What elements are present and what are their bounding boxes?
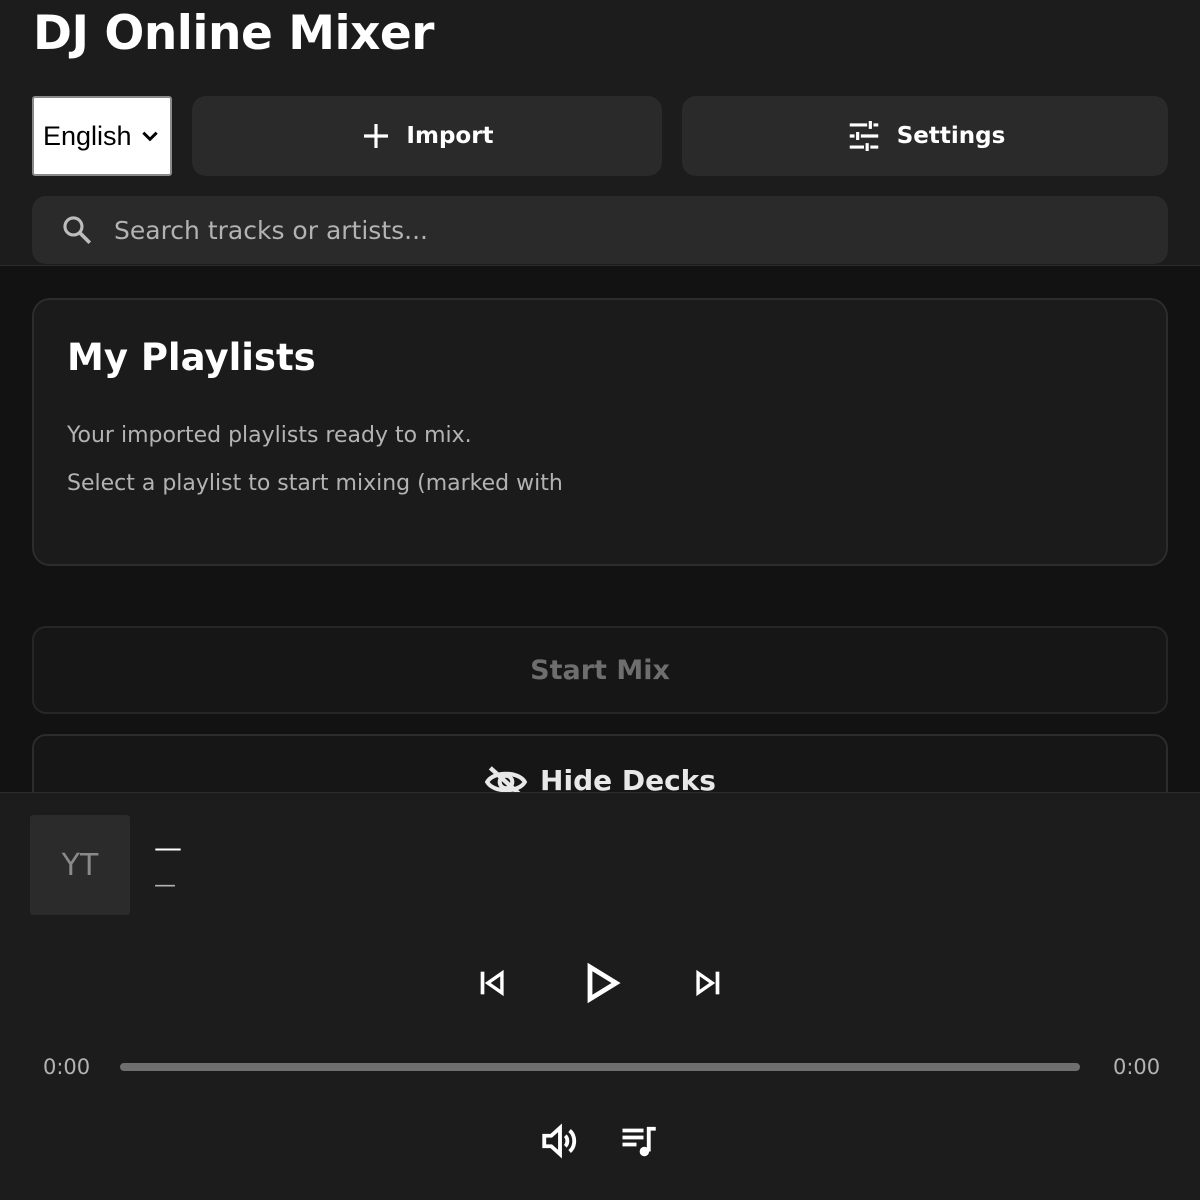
playlists-title: My Playlists: [67, 336, 316, 379]
volume-button[interactable]: [536, 1119, 584, 1163]
play-button[interactable]: [574, 953, 630, 1013]
play-icon: [587, 962, 621, 1004]
playlists-hint: Select a playlist to start mixing (marke…: [67, 471, 563, 496]
previous-button[interactable]: [470, 961, 514, 1005]
playlists-card: My Playlists Your imported playlists rea…: [32, 298, 1168, 566]
start-mix-button[interactable]: Start Mix: [32, 626, 1168, 714]
track-title: —: [154, 831, 182, 864]
queue-button[interactable]: [616, 1119, 664, 1163]
start-mix-label: Start Mix: [530, 654, 670, 686]
sliders-icon: [849, 120, 878, 152]
time-total: 0:00: [1113, 1055, 1161, 1079]
progress-bar[interactable]: [120, 1063, 1080, 1071]
settings-button-label: Settings: [896, 123, 1006, 149]
search-input[interactable]: [114, 196, 1154, 264]
queue-music-icon: [622, 1126, 656, 1157]
chevron-down-icon: [142, 131, 158, 142]
player-bar: YT — — 0:00 0:00: [0, 792, 1200, 1200]
next-button[interactable]: [686, 961, 730, 1005]
import-button-label: Import: [406, 123, 494, 149]
plus-icon: [364, 124, 389, 148]
track-thumbnail: YT: [30, 815, 130, 915]
time-elapsed: 0:00: [43, 1055, 91, 1079]
search-icon: [63, 216, 92, 245]
language-select-value: English: [43, 120, 132, 151]
language-select[interactable]: English: [32, 96, 172, 176]
import-button[interactable]: Import: [192, 96, 662, 176]
app-title: DJ Online Mixer: [33, 6, 434, 61]
skip-previous-icon: [480, 969, 504, 997]
skip-next-icon: [696, 969, 720, 997]
playlists-description: Your imported playlists ready to mix.: [67, 423, 472, 448]
settings-button[interactable]: Settings: [682, 96, 1168, 176]
app-header: DJ Online Mixer English Import Settings: [0, 0, 1200, 266]
track-artist: —: [154, 873, 176, 898]
volume-icon: [542, 1123, 577, 1159]
search-bar: [32, 196, 1168, 264]
